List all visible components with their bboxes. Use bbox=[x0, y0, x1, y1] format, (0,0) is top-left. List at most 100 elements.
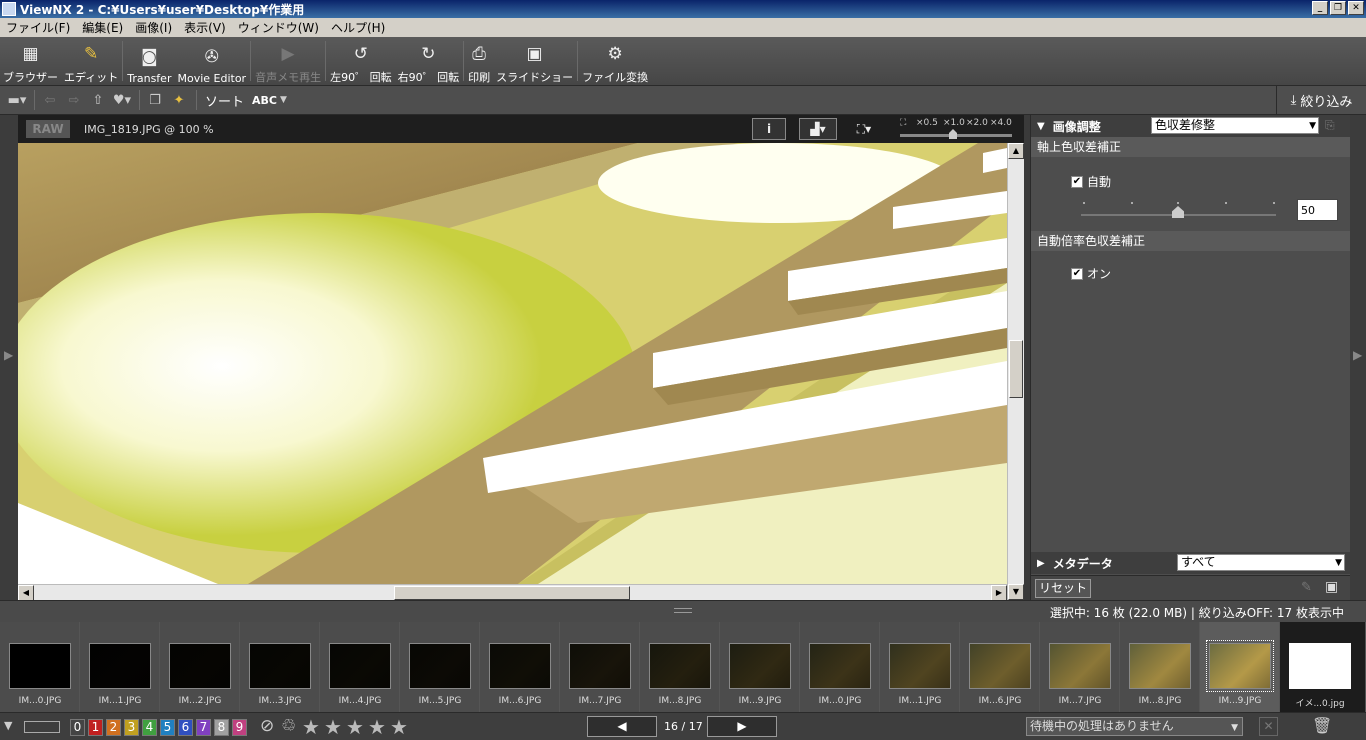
reset-button[interactable]: リセット bbox=[1035, 579, 1091, 598]
horizontal-scrollbar[interactable]: ◀ ▶ bbox=[18, 584, 1007, 601]
image-viewport[interactable] bbox=[18, 143, 1007, 584]
star-1-icon[interactable]: ★ bbox=[302, 715, 320, 739]
thumbnail-image bbox=[569, 643, 631, 689]
filmstrip-thumbnail[interactable]: IM...4.JPG bbox=[320, 622, 400, 712]
parent-folder-icon[interactable]: ⇧ bbox=[87, 90, 109, 110]
filmstrip-thumbnail[interactable]: IM...6.JPG bbox=[960, 622, 1040, 712]
filmstrip-thumbnail[interactable]: IM...0.JPG bbox=[800, 622, 880, 712]
voice-memo-button[interactable]: ▶ 音声メモ再生 bbox=[252, 38, 324, 85]
filmstrip-thumbnail[interactable]: IM...0.JPG bbox=[0, 622, 80, 712]
convert-button[interactable]: ⚙ ファイル変換 bbox=[579, 38, 651, 85]
layout-icon[interactable]: ▬▾ bbox=[6, 90, 28, 110]
slideshow-button[interactable]: ▣ スライドショー bbox=[493, 38, 576, 85]
close-window-button[interactable]: ✕ bbox=[1348, 1, 1364, 15]
color-label-6[interactable]: 6 bbox=[178, 719, 193, 736]
filmstrip-splitter[interactable]: 選択中: 16 枚 (22.0 MB) | 絞り込みOFF: 17 枚表示中 bbox=[0, 600, 1366, 622]
scroll-up-button[interactable]: ▲ bbox=[1008, 143, 1024, 159]
scroll-right-button[interactable]: ▶ bbox=[991, 585, 1007, 601]
grip-icon[interactable] bbox=[674, 608, 692, 613]
filmstrip-thumbnail[interactable]: IM...6.JPG bbox=[480, 622, 560, 712]
metadata-select[interactable]: すべて ▼ bbox=[1177, 554, 1345, 571]
back-icon[interactable]: ⇦ bbox=[39, 90, 61, 110]
color-label-7[interactable]: 7 bbox=[196, 719, 211, 736]
color-label-4[interactable]: 4 bbox=[142, 719, 157, 736]
scroll-left-button[interactable]: ◀ bbox=[18, 585, 34, 601]
filmstrip-thumbnail[interactable]: イメ...0.jpg bbox=[1280, 622, 1366, 712]
horizontal-scroll-thumb[interactable] bbox=[394, 586, 630, 600]
print-button[interactable]: ⎙ 印刷 bbox=[465, 38, 493, 85]
filmstrip-thumbnail[interactable]: IM...2.JPG bbox=[160, 622, 240, 712]
process-status-select[interactable]: 待機中の処理はありません ▼ bbox=[1026, 717, 1243, 736]
no-rating-icon[interactable]: ⊘ bbox=[260, 716, 274, 736]
star-4-icon[interactable]: ★ bbox=[368, 715, 386, 739]
filmstrip-thumbnail[interactable]: IM...3.JPG bbox=[240, 622, 320, 712]
forward-icon[interactable]: ⇨ bbox=[63, 90, 85, 110]
trash-rating-icon[interactable]: ♲ bbox=[281, 716, 296, 736]
menu-help[interactable]: ヘルプ(H) bbox=[325, 19, 391, 36]
new-folder-icon[interactable]: ✦ bbox=[168, 90, 190, 110]
scroll-down-button[interactable]: ▼ bbox=[1008, 584, 1024, 600]
lateral-ca-checkbox[interactable]: ✔ オン bbox=[1071, 265, 1111, 282]
filmstrip-thumbnail[interactable]: IM...9.JPG bbox=[720, 622, 800, 712]
rotate-right-button[interactable]: ↻ 右90゜ 回転 bbox=[395, 38, 463, 85]
vertical-scrollbar[interactable]: ▲ ▼ bbox=[1007, 143, 1024, 600]
browser-button[interactable]: ▦ ブラウザー bbox=[0, 38, 61, 85]
menu-file[interactable]: ファイル(F) bbox=[0, 19, 76, 36]
auto-checkbox[interactable]: ✔ 自動 bbox=[1071, 173, 1111, 190]
slider-tick bbox=[1083, 202, 1085, 204]
filter-button[interactable]: ⤓ 絞り込み bbox=[1276, 86, 1366, 115]
minimize-button[interactable]: _ bbox=[1312, 1, 1328, 15]
favorite-folder-icon[interactable]: ♥▾ bbox=[111, 90, 133, 110]
thumbnail-filename: IM...9.JPG bbox=[1218, 696, 1262, 706]
filmstrip-thumbnail[interactable]: IM...1.JPG bbox=[880, 622, 960, 712]
filmstrip-thumbnail[interactable]: IM...7.JPG bbox=[560, 622, 640, 712]
color-label-3[interactable]: 3 bbox=[124, 719, 139, 736]
filmstrip-thumbnail[interactable]: IM...5.JPG bbox=[400, 622, 480, 712]
cancel-process-icon[interactable]: ✕ bbox=[1259, 717, 1278, 736]
filmstrip-thumbnail[interactable]: IM...7.JPG bbox=[1040, 622, 1120, 712]
filmstrip-thumbnail[interactable]: IM...9.JPG bbox=[1200, 622, 1280, 712]
color-label-9[interactable]: 9 bbox=[232, 719, 247, 736]
right-panel-toggle[interactable]: ▶ bbox=[1350, 115, 1366, 600]
color-label-2[interactable]: 2 bbox=[106, 719, 121, 736]
save-icon[interactable]: ▣ bbox=[1325, 579, 1338, 595]
trash-icon[interactable]: 🗑 bbox=[1312, 716, 1332, 735]
star-2-icon[interactable]: ★ bbox=[324, 715, 342, 739]
filmstrip-thumbnail[interactable]: IM...1.JPG bbox=[80, 622, 160, 712]
copy-settings-icon[interactable]: ⎘ bbox=[1325, 118, 1341, 134]
next-image-button[interactable]: ▶ bbox=[707, 716, 777, 737]
rotate-left-button[interactable]: ↺ 左90゜ 回転 bbox=[327, 38, 395, 85]
filmstrip-toggle-icon[interactable]: ▼ bbox=[4, 719, 12, 732]
filmstrip-thumbnail[interactable]: IM...8.JPG bbox=[1120, 622, 1200, 712]
fit-view-button[interactable]: ⛶▾ bbox=[846, 118, 882, 140]
zoom-fit-icon[interactable]: ⛶ bbox=[900, 118, 906, 128]
previous-image-button[interactable]: ◀ bbox=[587, 716, 657, 737]
sort-order-dropdown[interactable]: ABC bbox=[252, 94, 277, 107]
left-panel-toggle[interactable]: ▶ bbox=[0, 115, 18, 600]
filmstrip-thumbnail[interactable]: IM...8.JPG bbox=[640, 622, 720, 712]
menu-window[interactable]: ウィンドウ(W) bbox=[232, 19, 325, 36]
axial-ca-slider-thumb[interactable] bbox=[1172, 206, 1184, 218]
info-button[interactable]: i bbox=[752, 118, 786, 140]
restore-button[interactable]: ❐ bbox=[1330, 1, 1346, 15]
layout-toggle-icon[interactable] bbox=[24, 721, 60, 733]
menu-edit[interactable]: 編集(E) bbox=[76, 19, 129, 36]
zoom-slider-thumb[interactable] bbox=[949, 129, 957, 139]
color-label-1[interactable]: 1 bbox=[88, 719, 103, 736]
menu-view[interactable]: 表示(V) bbox=[178, 19, 232, 36]
pencil-icon[interactable]: ✎ bbox=[1301, 580, 1312, 595]
menu-image[interactable]: 画像(I) bbox=[129, 19, 178, 36]
star-5-icon[interactable]: ★ bbox=[390, 715, 408, 739]
transfer-button[interactable]: ◙ Transfer bbox=[124, 38, 174, 85]
vertical-scroll-thumb[interactable] bbox=[1009, 340, 1023, 398]
color-label-0[interactable]: 0 bbox=[70, 719, 85, 736]
edit-button[interactable]: ✎ エディット bbox=[61, 38, 121, 85]
movie-editor-button[interactable]: ✇ Movie Editor bbox=[174, 38, 249, 85]
adjustment-select[interactable]: 色収差修整 ▼ bbox=[1151, 117, 1319, 134]
color-label-5[interactable]: 5 bbox=[160, 719, 175, 736]
color-label-8[interactable]: 8 bbox=[214, 719, 229, 736]
axial-ca-value-input[interactable]: 50 bbox=[1297, 199, 1338, 221]
histogram-button[interactable]: ▟▾ bbox=[799, 118, 837, 140]
star-3-icon[interactable]: ★ bbox=[346, 715, 364, 739]
new-window-icon[interactable]: ❐ bbox=[144, 90, 166, 110]
